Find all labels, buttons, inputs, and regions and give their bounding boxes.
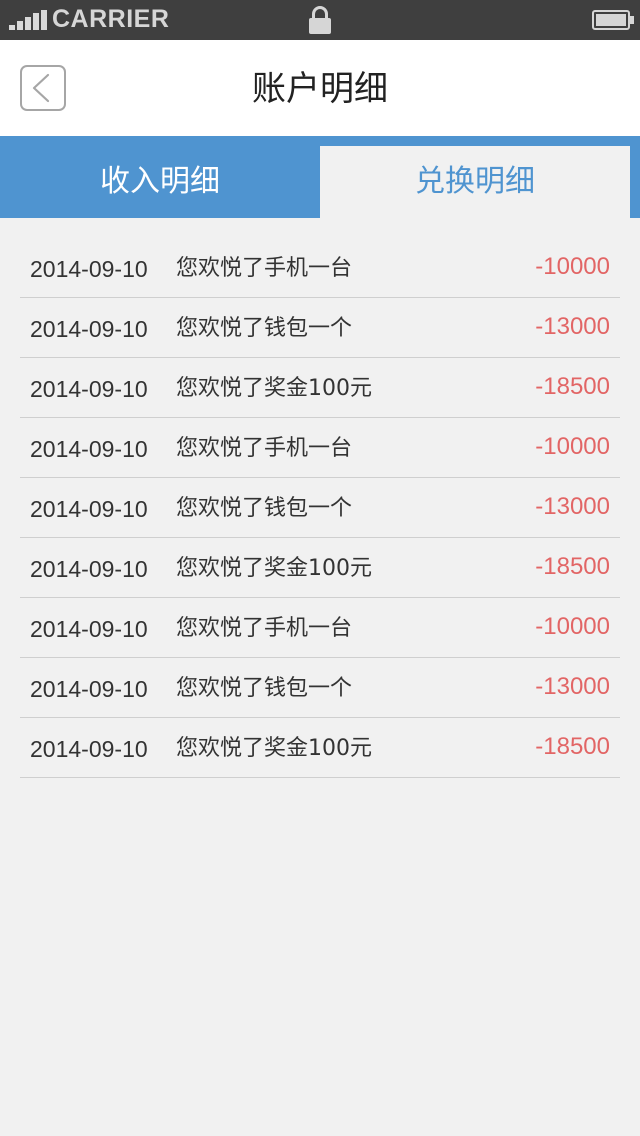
record-description: 您欢悦了手机一台 — [176, 436, 353, 461]
list-item[interactable]: 2014-09-10 您欢悦了奖金100元 -18500 — [20, 538, 620, 598]
carrier-name: CARRIER — [52, 5, 170, 33]
tab-income-details[interactable]: 收入明细 — [0, 136, 320, 218]
list-item[interactable]: 2014-09-10 您欢悦了奖金100元 -18500 — [20, 358, 620, 418]
battery-icon — [592, 10, 634, 30]
record-date: 2014-09-10 — [30, 376, 148, 402]
record-date: 2014-09-10 — [30, 556, 148, 582]
record-amount: -10000 — [535, 613, 610, 640]
signal-strength-icon — [9, 10, 47, 30]
record-amount: -18500 — [535, 373, 610, 400]
record-date: 2014-09-10 — [30, 256, 148, 282]
tab-exchange-details[interactable]: 兑换明细 — [320, 146, 630, 218]
record-amount: -13000 — [535, 673, 610, 700]
record-date: 2014-09-10 — [30, 316, 148, 342]
record-description: 您欢悦了手机一台 — [176, 616, 353, 641]
list-item[interactable]: 2014-09-10 您欢悦了奖金100元 -18500 — [20, 718, 620, 778]
record-date: 2014-09-10 — [30, 616, 148, 642]
list-item[interactable]: 2014-09-10 您欢悦了手机一台 -10000 — [20, 418, 620, 478]
list-item[interactable]: 2014-09-10 您欢悦了钱包一个 -13000 — [20, 298, 620, 358]
record-description: 您欢悦了手机一台 — [176, 256, 353, 281]
list-item[interactable]: 2014-09-10 您欢悦了钱包一个 -13000 — [20, 658, 620, 718]
tab-bar: 收入明细 兑换明细 — [0, 136, 640, 218]
record-description: 您欢悦了奖金100元 — [176, 736, 372, 761]
record-list: 2014-09-10 您欢悦了手机一台 -10000 2014-09-10 您欢悦了钱包… — [20, 238, 620, 778]
record-amount: -18500 — [535, 553, 610, 580]
record-description: 您欢悦了钱包一个 — [176, 496, 353, 521]
record-date: 2014-09-10 — [30, 676, 148, 702]
record-amount: -10000 — [535, 433, 610, 460]
list-item[interactable]: 2014-09-10 您欢悦了钱包一个 -13000 — [20, 478, 620, 538]
record-amount: -13000 — [535, 313, 610, 340]
record-date: 2014-09-10 — [30, 436, 148, 462]
record-amount: -10000 — [535, 253, 610, 280]
record-description: 您欢悦了钱包一个 — [176, 316, 353, 341]
page-title: 账户明细 — [252, 69, 388, 109]
record-description: 您欢悦了钱包一个 — [176, 676, 353, 701]
record-description: 您欢悦了奖金100元 — [176, 376, 372, 401]
record-amount: -18500 — [535, 733, 610, 760]
record-amount: -13000 — [535, 493, 610, 520]
navigation-bar: 账户明细 — [0, 40, 640, 136]
list-item[interactable]: 2014-09-10 您欢悦了手机一台 -10000 — [20, 598, 620, 658]
status-bar: CARRIER — [0, 0, 640, 40]
record-date: 2014-09-10 — [30, 496, 148, 522]
record-date: 2014-09-10 — [30, 736, 148, 762]
record-description: 您欢悦了奖金100元 — [176, 556, 372, 581]
list-item[interactable]: 2014-09-10 您欢悦了手机一台 -10000 — [20, 238, 620, 298]
lock-icon — [308, 6, 332, 34]
